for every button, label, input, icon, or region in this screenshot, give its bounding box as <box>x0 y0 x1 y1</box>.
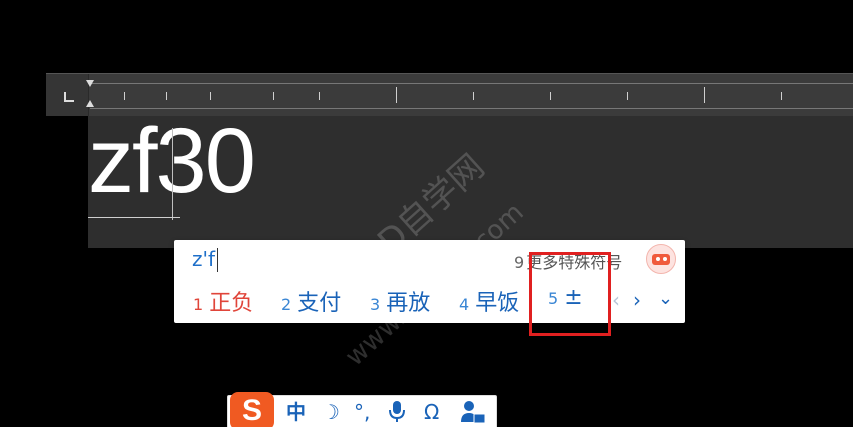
chevron-left-icon[interactable]: ‹ <box>612 288 620 312</box>
ruler-tick <box>319 92 320 100</box>
chevron-down-icon[interactable]: ⌄ <box>658 288 673 309</box>
ruler-tick <box>704 87 705 103</box>
ruler-tick <box>781 92 782 100</box>
candidate-word: 再放 <box>386 291 431 316</box>
candidate-number: 3 <box>370 295 381 314</box>
left-tab-icon <box>64 92 74 102</box>
ime-caret <box>217 248 218 272</box>
editor-text: zf30 <box>88 110 256 212</box>
candidate-1[interactable]: 1 正负 <box>193 285 253 317</box>
moon-icon[interactable]: ☽ <box>322 400 340 424</box>
ruler-tick <box>627 92 628 100</box>
ruler-tick <box>550 92 551 100</box>
text-baseline-guide <box>88 217 180 218</box>
candidate-word: 早饭 <box>475 291 520 316</box>
candidate-3[interactable]: 3 再放 <box>370 285 430 317</box>
candidate-4[interactable]: 4 早饭 <box>459 285 519 317</box>
highlight-annotation <box>529 252 611 336</box>
candidate-word: 正负 <box>209 291 254 316</box>
chevron-right-icon[interactable]: › <box>633 288 641 312</box>
more-symbols-number: 9 <box>514 253 525 272</box>
candidate-word: 支付 <box>297 291 342 316</box>
candidate-2[interactable]: 2 支付 <box>281 285 341 317</box>
first-line-indent-marker[interactable] <box>86 80 94 87</box>
special-symbols-icon[interactable]: Ω <box>424 400 439 424</box>
ime-status-bar[interactable]: S 中 ☽ °, Ω <box>227 392 497 427</box>
ruler-tick <box>166 92 167 100</box>
chinese-mode-toggle[interactable]: 中 <box>286 400 306 424</box>
tab-stop-selector[interactable] <box>46 74 89 116</box>
ruler-tick <box>210 92 211 100</box>
text-cursor-guide <box>172 128 173 220</box>
candidate-number: 4 <box>459 295 470 314</box>
candidate-number: 1 <box>193 295 204 314</box>
screenshot-frame: zf30 CAD自学网 www.cadzxw.com z'f 9更多特殊符号 1… <box>0 0 853 427</box>
sogou-logo-icon[interactable]: S <box>230 392 274 427</box>
microphone-icon[interactable] <box>388 400 406 424</box>
ruler-tick <box>273 92 274 100</box>
punctuation-toggle[interactable]: °, <box>354 400 370 424</box>
ruler-tick <box>473 92 474 100</box>
user-account-icon[interactable] <box>460 400 486 424</box>
ime-mascot-icon[interactable] <box>646 244 676 274</box>
ime-composition-text: z'f <box>192 247 216 271</box>
ruler-tick <box>396 87 397 103</box>
candidate-number: 2 <box>281 295 292 314</box>
ruler-tick <box>124 92 125 100</box>
